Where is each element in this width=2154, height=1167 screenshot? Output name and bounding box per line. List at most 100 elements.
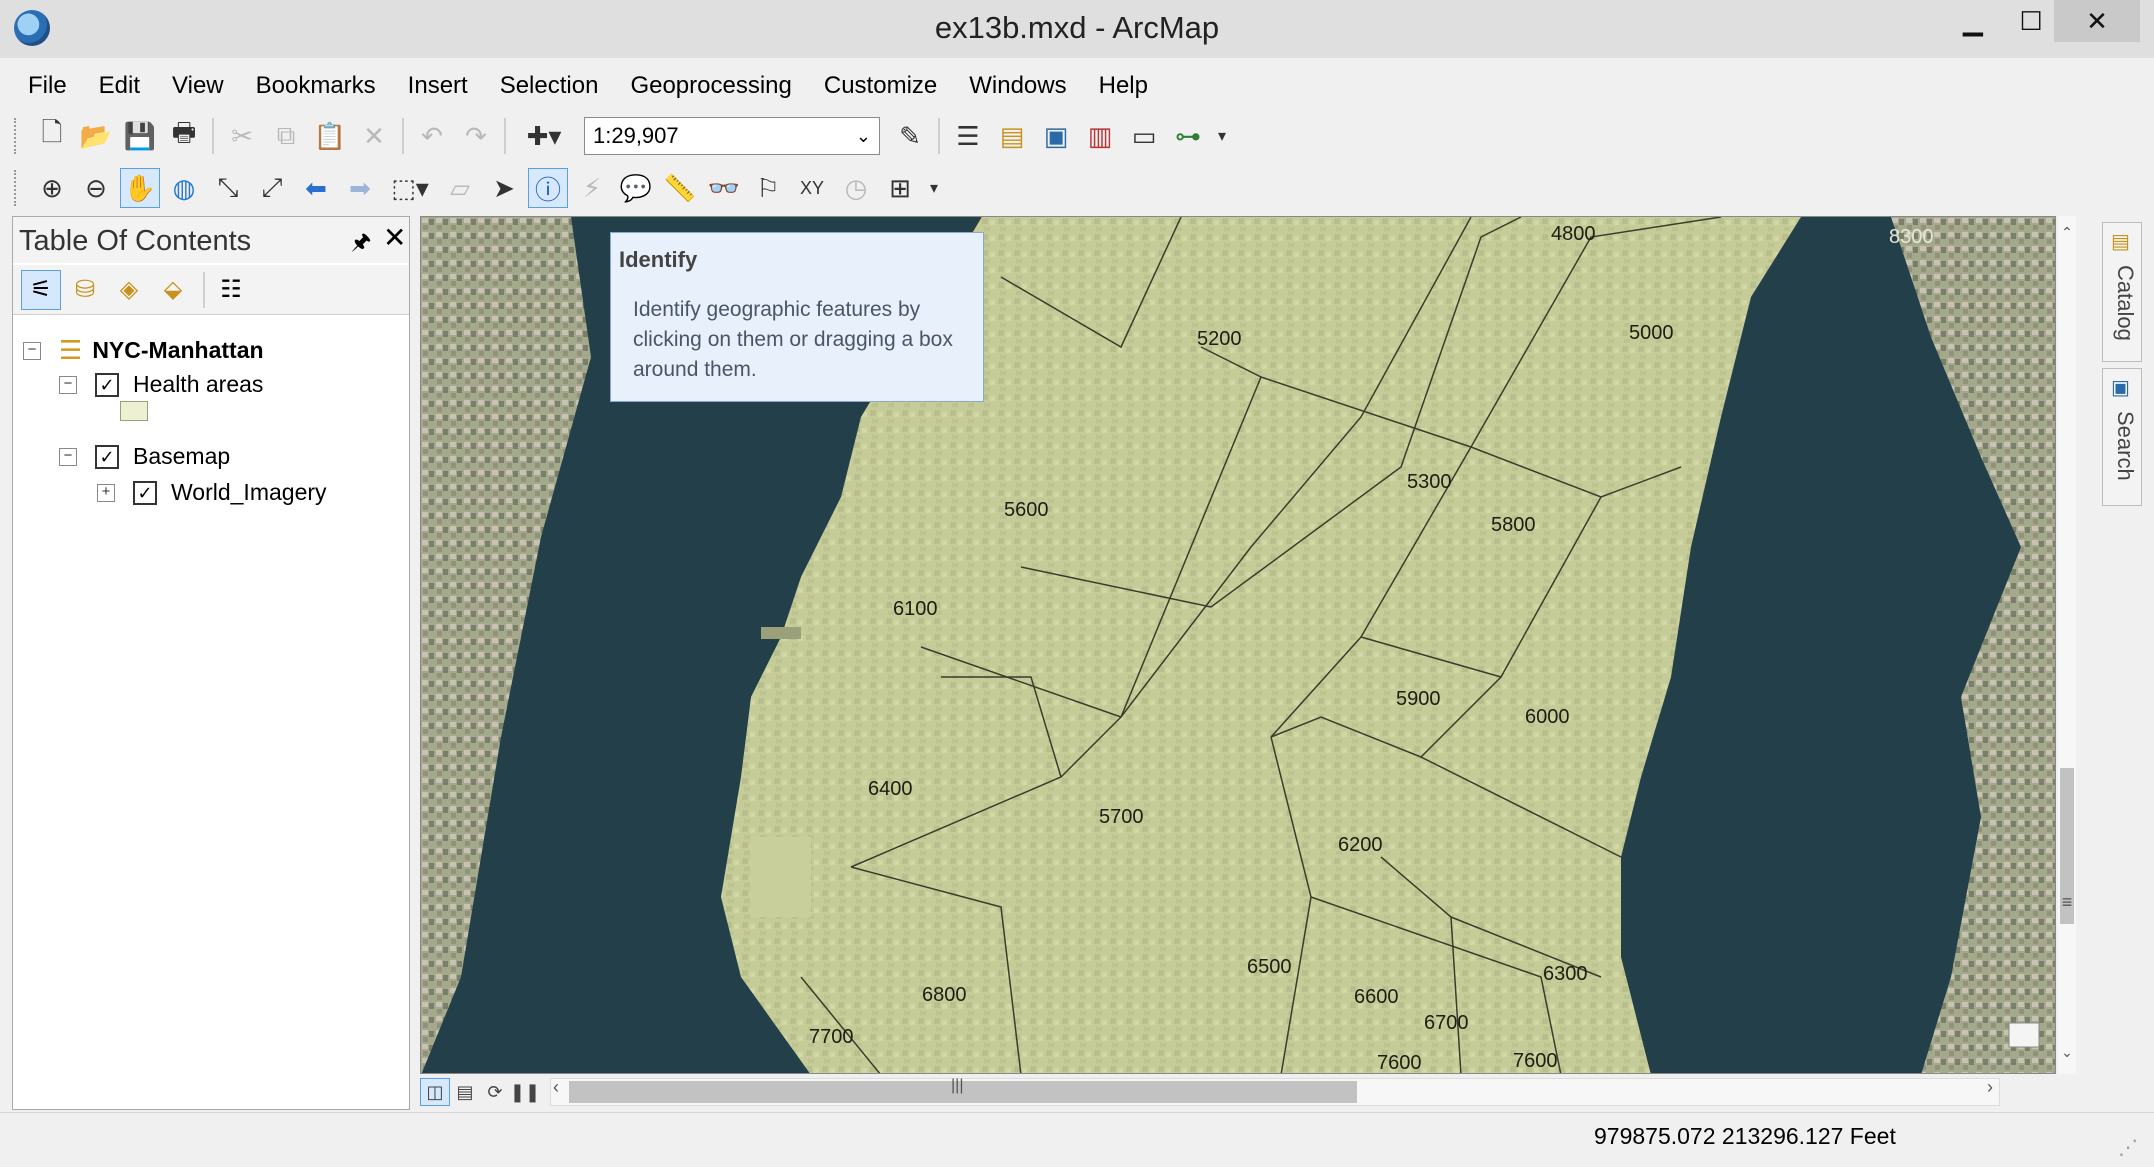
menu-windows[interactable]: Windows <box>953 62 1082 108</box>
list-by-drawing-order-icon[interactable]: ⚟ <box>21 269 61 310</box>
table-of-contents-icon[interactable]: ☰ <box>948 116 988 156</box>
menu-edit[interactable]: Edit <box>83 62 156 108</box>
scroll-right-icon[interactable]: › <box>1987 1077 1993 1098</box>
catalog-tab[interactable]: ▤ Catalog <box>2102 222 2142 362</box>
map-horizontal-scrollbar[interactable]: ‹ ||| › <box>550 1077 2000 1106</box>
layer-visibility-checkbox[interactable]: ✓ <box>95 372 119 397</box>
map-label: 7700 <box>809 1026 854 1048</box>
search-tab[interactable]: ▣ Search <box>2102 368 2142 506</box>
menu-file[interactable]: File <box>12 62 83 108</box>
toolbar-options-icon[interactable]: ▾ <box>924 168 944 208</box>
menu-selection[interactable]: Selection <box>484 62 615 108</box>
toc-close-button[interactable]: ✕ <box>383 221 406 254</box>
menu-insert[interactable]: Insert <box>392 62 484 108</box>
list-by-source-icon[interactable]: ⛁ <box>65 270 105 310</box>
collapse-toggle[interactable]: − <box>59 375 77 394</box>
scroll-up-icon[interactable]: ⌃ <box>2058 224 2076 241</box>
redo-icon[interactable]: ↷ <box>456 116 496 156</box>
scroll-down-icon[interactable]: ⌄ <box>2058 1044 2076 1061</box>
scroll-left-icon[interactable]: ‹ <box>553 1077 559 1098</box>
menu-bookmarks[interactable]: Bookmarks <box>240 62 392 108</box>
toolbar-grip[interactable] <box>14 170 24 206</box>
maximize-button[interactable]: ☐ <box>2004 0 2058 42</box>
model-builder-icon[interactable]: ⊶ <box>1168 116 1208 156</box>
copy-icon[interactable]: ⧉ <box>266 116 306 156</box>
tree-item-world-imagery[interactable]: + ✓ World_Imagery <box>97 479 327 506</box>
expand-toggle[interactable]: + <box>97 483 115 502</box>
title-bar: ex13b.mxd - ArcMap ▁ ☐ ✕ <box>0 0 2154 58</box>
search-window-icon[interactable]: ▣ <box>1036 116 1076 156</box>
fixed-zoom-out-icon[interactable]: ⤢ <box>252 168 292 208</box>
pan-icon[interactable]: ✋ <box>120 168 160 208</box>
zoom-out-icon[interactable]: ⊖ <box>76 168 116 208</box>
time-slider-icon[interactable]: ◷ <box>836 168 876 208</box>
resize-grip-icon[interactable]: ⋰ <box>2118 1135 2138 1160</box>
zoom-in-icon[interactable]: ⊕ <box>32 168 72 208</box>
toolbar-separator <box>938 118 940 154</box>
new-document-icon[interactable]: 🗋 <box>32 116 72 156</box>
save-icon[interactable]: 💾 <box>120 116 160 156</box>
add-data-icon[interactable]: ✚▾ <box>514 116 574 156</box>
map-tips-icon[interactable] <box>2008 1022 2040 1048</box>
refresh-icon[interactable]: ⟳ <box>480 1078 510 1106</box>
search-icon: ▣ <box>2111 377 2130 399</box>
map-vertical-scrollbar[interactable]: ⌃ ≡ ⌄ <box>2058 216 2076 1074</box>
menu-help[interactable]: Help <box>1083 62 1164 108</box>
menu-customize[interactable]: Customize <box>808 62 953 108</box>
collapse-toggle[interactable]: − <box>23 341 41 360</box>
toolbar-separator <box>203 271 205 308</box>
hyperlink-icon[interactable]: ⚡ <box>572 168 612 208</box>
tree-item-basemap[interactable]: − ✓ Basemap <box>59 443 230 470</box>
undo-icon[interactable]: ↶ <box>412 116 452 156</box>
tree-item-health-areas[interactable]: − ✓ Health areas <box>59 371 263 398</box>
cursor-coordinates: 979875.072 213296.127 Feet <box>1594 1123 1896 1149</box>
delete-icon[interactable]: ✕ <box>354 116 394 156</box>
cut-icon[interactable]: ✂ <box>222 116 262 156</box>
pin-icon[interactable]: 🖈 <box>351 225 371 263</box>
arctoolbox-icon[interactable]: ▥ <box>1080 116 1120 156</box>
options-icon[interactable]: ☷ <box>211 270 251 310</box>
select-elements-icon[interactable]: ➤ <box>484 168 524 208</box>
map-label: 7600 <box>1513 1050 1558 1072</box>
forward-icon[interactable]: ➡ <box>340 168 380 208</box>
chevron-down-icon[interactable]: ⌄ <box>856 126 871 147</box>
map-label: 6000 <box>1525 706 1570 728</box>
html-popup-icon[interactable]: 💬 <box>616 168 656 208</box>
find-icon[interactable]: 👓 <box>704 168 744 208</box>
python-window-icon[interactable]: ▭ <box>1124 116 1164 156</box>
menu-geoprocessing[interactable]: Geoprocessing <box>614 62 807 108</box>
minimize-button[interactable]: ▁ <box>1946 0 2000 42</box>
identify-icon[interactable]: ⓘ <box>528 168 568 208</box>
open-folder-icon[interactable]: 📂 <box>76 116 116 156</box>
back-icon[interactable]: ⬅ <box>296 168 336 208</box>
find-route-icon[interactable]: ⚐ <box>748 168 788 208</box>
map-scale-combobox[interactable]: 1:29,907 ⌄ <box>584 117 880 155</box>
pause-drawing-icon[interactable]: ❚❚ <box>510 1078 540 1106</box>
go-to-xy-icon[interactable]: XY <box>792 168 832 208</box>
toolbar-options-icon[interactable]: ▾ <box>1212 116 1232 156</box>
editor-toolbar-icon[interactable]: ✎ <box>890 116 930 156</box>
map-label: 5300 <box>1407 471 1452 493</box>
close-button[interactable]: ✕ <box>2054 0 2140 42</box>
health-areas-symbol-swatch[interactable] <box>120 401 148 421</box>
layer-visibility-checkbox[interactable]: ✓ <box>95 444 119 469</box>
list-by-selection-icon[interactable]: ⬙ <box>153 270 193 310</box>
tree-item-data-frame[interactable]: − ☰ NYC-Manhattan <box>23 335 264 366</box>
full-extent-icon[interactable]: ◍ <box>164 168 204 208</box>
magnifier-window-icon[interactable]: ⊞ <box>880 168 920 208</box>
print-icon[interactable]: 🖶 <box>164 116 204 156</box>
measure-icon[interactable]: 📏 <box>660 168 700 208</box>
layer-visibility-checkbox[interactable]: ✓ <box>133 480 157 505</box>
collapse-toggle[interactable]: − <box>59 447 77 466</box>
catalog-window-icon[interactable]: ▤ <box>992 116 1032 156</box>
paste-icon[interactable]: 📋 <box>310 116 350 156</box>
fixed-zoom-in-icon[interactable]: ⤡ <box>208 168 248 208</box>
menu-view[interactable]: View <box>156 62 240 108</box>
list-by-visibility-icon[interactable]: ◈ <box>109 270 149 310</box>
select-features-icon[interactable]: ⬚▾ <box>384 168 436 208</box>
data-view-icon[interactable]: ◫ <box>420 1078 450 1106</box>
toolbar-grip[interactable] <box>14 118 24 154</box>
tooltip-body: Identify geographic features by clicking… <box>633 298 953 381</box>
layout-view-icon[interactable]: ▤ <box>450 1078 480 1106</box>
clear-selection-icon[interactable]: ▱ <box>440 168 480 208</box>
